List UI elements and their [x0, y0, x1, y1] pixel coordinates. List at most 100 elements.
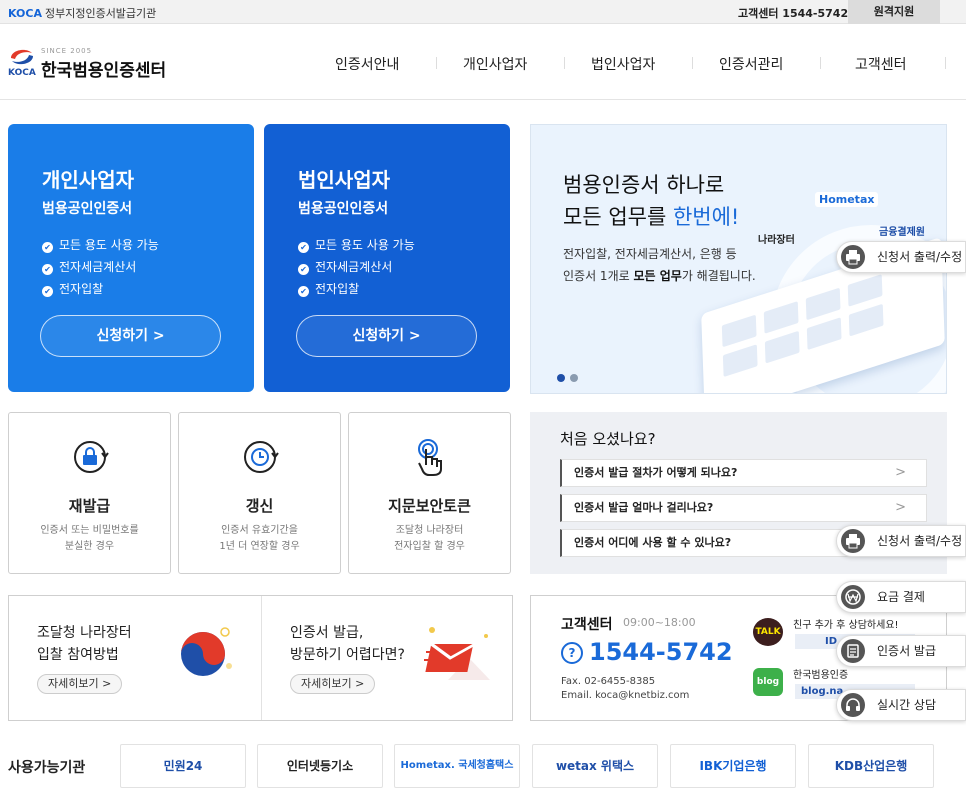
- quick-menu-label: 신청서 출력/수정: [877, 250, 963, 264]
- nav-item-customer-center[interactable]: 고객센터: [855, 54, 907, 74]
- nav-item-cert-guide[interactable]: 인증서안내: [335, 54, 399, 74]
- faq-item[interactable]: 인증서 발급 절차가 어떻게 되나요? >: [560, 459, 927, 487]
- nav-divider: [692, 57, 693, 69]
- top-customer-center[interactable]: 고객센터 1544-5742: [738, 5, 848, 21]
- quick-print-application-button[interactable]: 신청서 출력/수정: [836, 525, 966, 557]
- quick-print-application-button[interactable]: 신청서 출력/수정: [836, 241, 966, 273]
- nara-logo: 나라장터: [758, 235, 795, 246]
- card-feature-label: 모든 용도 사용 가능: [315, 238, 415, 252]
- service-card-reissue[interactable]: 재발급 인증서 또는 비밀번호를 분실한 경우: [8, 412, 171, 574]
- agency-kdb[interactable]: KDB산업은행: [808, 744, 934, 788]
- card-subtitle: 범용공인인증서: [42, 201, 133, 217]
- headset-icon: [841, 693, 865, 717]
- individual-apply-button[interactable]: 신청하기 >: [40, 315, 221, 357]
- quick-menu-label: 신청서 출력/수정: [877, 534, 963, 548]
- service-card-renewal[interactable]: 갱신 인증서 유효기간을 1년 더 연장할 경우: [178, 412, 341, 574]
- quick-menu-label: 요금 결제: [877, 590, 925, 604]
- agency-ibk[interactable]: IBK기업은행: [670, 744, 796, 788]
- service-desc: 분실한 경우: [64, 541, 115, 552]
- logo-koca-text: KOCA: [8, 68, 36, 78]
- check-circle-icon: ✔: [298, 264, 309, 275]
- card-feature: ✔ 모든 용도 사용 가능: [298, 234, 415, 256]
- logo-since-text: SINCE 2005: [41, 47, 93, 55]
- agency-iros[interactable]: 인터넷등기소: [257, 744, 383, 788]
- card-feature-label: 전자입찰: [59, 282, 104, 296]
- nav-divider: [436, 57, 437, 69]
- site-logo[interactable]: KOCA SINCE 2005 한국범용인증센터: [8, 46, 178, 82]
- blog-icon[interactable]: blog: [753, 668, 783, 696]
- check-circle-icon: ✔: [298, 242, 309, 253]
- agency-wetax[interactable]: wetax 위택스: [532, 744, 658, 788]
- card-feature: ✔ 모든 용도 사용 가능: [42, 234, 159, 256]
- card-feature-list: ✔ 모든 용도 사용 가능 ✔ 전자세금계산서 ✔ 전자입찰: [298, 234, 415, 300]
- nav-item-cert-manage[interactable]: 인증서관리: [719, 54, 783, 74]
- question-circle-icon: ?: [561, 642, 583, 664]
- lock-refresh-icon: [74, 441, 109, 473]
- nav-item-corporate[interactable]: 법인사업자: [591, 54, 655, 74]
- service-desc: 1년 더 연장할 경우: [219, 541, 300, 552]
- quick-live-chat-button[interactable]: 실시간 상담: [836, 689, 966, 721]
- remote-support-button[interactable]: 원격지원: [848, 0, 940, 24]
- faq-question: 인증서 어디에 사용 할 수 있나요?: [574, 536, 732, 549]
- won-coin-icon: [841, 585, 865, 609]
- banner-desc-2-suffix: 가 해결됩니다.: [681, 269, 756, 283]
- promo-more-button[interactable]: 자세히보기 >: [290, 674, 376, 694]
- clock-refresh-icon: [244, 441, 279, 473]
- promo-more-button[interactable]: 자세히보기 >: [37, 674, 123, 694]
- kfa-logo: 금융결제원: [879, 227, 925, 238]
- blog-text: 한국범용인증: [793, 670, 849, 681]
- service-title: 지문보안토큰: [388, 497, 471, 515]
- promo-line: 방문하기 어렵다면?: [290, 647, 405, 663]
- top-org: 정부지정인증서발급기관: [44, 7, 157, 20]
- card-title: 법인사업자: [298, 168, 390, 192]
- logo-name-text: 한국범용인증센터: [41, 61, 167, 81]
- corporate-apply-button[interactable]: 신청하기 >: [296, 315, 477, 357]
- promo-line: 입찰 참여방법: [37, 647, 119, 663]
- agency-minwon24[interactable]: 민원24: [120, 744, 246, 788]
- banner-dot[interactable]: [570, 374, 578, 382]
- service-desc: 인증서 유효기간을: [221, 525, 298, 536]
- faq-question: 인증서 발급 절차가 어떻게 되나요?: [574, 466, 738, 479]
- individual-business-card: 개인사업자 범용공인인증서 ✔ 모든 용도 사용 가능 ✔ 전자세금계산서 ✔ 전자입…: [8, 124, 254, 392]
- hometax-logo: Hometax: [815, 192, 879, 207]
- nav-divider: [945, 57, 946, 69]
- quick-payment-button[interactable]: 요금 결제: [836, 581, 966, 613]
- service-desc: 인증서 또는 비밀번호를: [40, 525, 139, 536]
- banner-desc-2: 인증서 1개로 모든 업무가 해결됩니다.: [563, 267, 756, 284]
- nav-divider: [820, 57, 821, 69]
- quick-cert-issue-button[interactable]: 인증서 발급: [836, 635, 966, 667]
- agency-hometax[interactable]: Hometax. 국세청홈택스: [394, 744, 520, 788]
- banner-desc-1: 전자입찰, 전자세금계산서, 은행 등: [563, 247, 737, 261]
- nav-item-individual[interactable]: 개인사업자: [463, 54, 527, 74]
- kakao-talk-icon[interactable]: TALK: [753, 618, 783, 646]
- document-icon: [841, 639, 865, 663]
- top-brand: KOCA: [8, 7, 42, 20]
- taeguk-emblem-icon: [181, 627, 232, 676]
- promo-nara-bid[interactable]: 조달청 나라장터 입찰 참여방법 자세히보기 >: [9, 596, 261, 720]
- top-utility-bar: KOCA 정부지정인증서발급기관 고객센터 1544-5742 원격지원: [0, 0, 966, 24]
- fingerprint-touch-icon: [418, 439, 442, 476]
- card-feature-label: 모든 용도 사용 가능: [59, 238, 159, 252]
- top-org-text: KOCA 정부지정인증서발급기관: [8, 5, 156, 21]
- card-feature-label: 전자입찰: [315, 282, 360, 296]
- delivery-envelope-icon: [424, 627, 490, 680]
- site-header: KOCA SINCE 2005 한국범용인증센터 인증서안내 개인사업자 법인사…: [0, 24, 966, 100]
- banner-pagination: [557, 367, 583, 386]
- faq-item[interactable]: 인증서 발급 얼마나 걸리나요? >: [560, 494, 927, 522]
- promo-line: 조달청 나라장터: [37, 625, 132, 641]
- customer-phone[interactable]: ? 1544-5742: [561, 638, 733, 666]
- service-desc: 전자입찰 할 경우: [394, 541, 465, 552]
- card-feature: ✔ 전자입찰: [298, 278, 415, 300]
- promo-remote-issue[interactable]: 인증서 발급, 방문하기 어렵다면? 자세히보기 >: [261, 596, 513, 720]
- service-title: 재발급: [68, 497, 111, 515]
- agencies-title: 사용가능기관: [8, 760, 86, 776]
- kakao-talk-text: 친구 추가 후 상담하세요!: [793, 620, 899, 631]
- banner-dot-active[interactable]: [557, 374, 565, 382]
- customer-hours: 09:00~18:00: [623, 616, 696, 629]
- service-card-fingerprint-token[interactable]: 지문보안토큰 조달청 나라장터 전자입찰 할 경우: [348, 412, 511, 574]
- check-circle-icon: ✔: [298, 286, 309, 297]
- banner-desc-2-text: 인증서 1개로: [563, 269, 634, 283]
- customer-email[interactable]: Email. koca@knetbiz.com: [561, 690, 689, 701]
- banner-headline-highlight: 한번에!: [672, 205, 740, 229]
- card-feature: ✔ 전자입찰: [42, 278, 159, 300]
